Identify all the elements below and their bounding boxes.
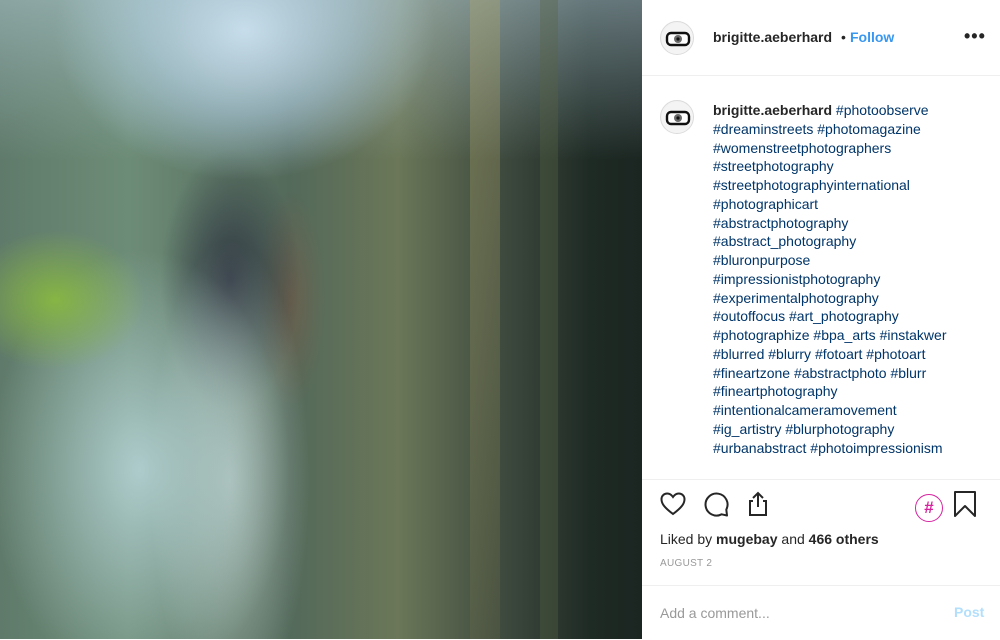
liked-by-user[interactable]: mugebay — [716, 531, 777, 547]
post-side-panel: brigitte.aeberhard • Follow ••• brigitte… — [642, 0, 1000, 639]
hashtag-link[interactable]: #ig_artistry #blurphotography — [713, 420, 983, 439]
share-icon[interactable] — [744, 490, 772, 518]
more-options-icon[interactable]: ••• — [964, 26, 986, 47]
likes-conjunction: and — [781, 531, 805, 547]
hashtag-link[interactable]: #fineartphotography — [713, 382, 983, 401]
hashtag-link[interactable]: #urbanabstract #photoimpressionism — [713, 439, 983, 458]
likes-summary: Liked by mugebay and 466 others — [660, 531, 879, 547]
hashtag-link[interactable]: #blurred #blurry #fotoart #photoart — [713, 345, 983, 364]
action-bar: # — [642, 480, 1000, 530]
caption-line: brigitte.aeberhard #photoobserve — [713, 101, 983, 120]
bookmark-icon[interactable] — [951, 490, 979, 518]
post-header: brigitte.aeberhard • Follow ••• — [642, 0, 1000, 76]
hashtag-link[interactable]: #abstract_photography — [713, 232, 983, 251]
comment-input[interactable] — [660, 602, 920, 624]
hashtag-icon[interactable]: # — [915, 494, 943, 522]
likes-prefix: Liked by — [660, 531, 713, 547]
avatar[interactable] — [660, 21, 694, 55]
glasses-avatar-icon — [662, 23, 693, 54]
caption-username[interactable]: brigitte.aeberhard — [713, 102, 832, 118]
hashtag-link[interactable]: #photoobserve — [836, 102, 929, 118]
hashtag-link[interactable]: #impressionistphotography — [713, 270, 983, 289]
follow-button[interactable]: Follow — [850, 29, 894, 45]
caption-text: brigitte.aeberhard #photoobserve #dreami… — [713, 101, 983, 457]
hashtag-link[interactable]: #outoffocus #art_photography — [713, 307, 983, 326]
hashtag-link[interactable]: #photographicart — [713, 195, 983, 214]
likes-others-link[interactable]: 466 others — [809, 531, 879, 547]
post-photo[interactable] — [0, 0, 642, 639]
post-button[interactable]: Post — [954, 604, 984, 620]
hashtag-link[interactable]: #streetphotography — [713, 157, 983, 176]
photo-streak — [470, 0, 500, 639]
hashtag-link[interactable]: #fineartzone #abstractphoto #blurr — [713, 364, 983, 383]
glasses-avatar-icon — [662, 102, 693, 133]
hashtag-link[interactable]: #streetphotographyinternational — [713, 176, 983, 195]
heart-icon[interactable] — [659, 490, 687, 518]
comment-bar: Post — [642, 585, 1000, 640]
hashtag-link[interactable]: #bluronpurpose — [713, 251, 983, 270]
hashtag-link[interactable]: #experimentalphotography — [713, 289, 983, 308]
hashtag-link[interactable]: #dreaminstreets #photomagazine — [713, 120, 983, 139]
post-date[interactable]: AUGUST 2 — [660, 558, 712, 569]
hashtag-link[interactable]: #abstractphotography — [713, 214, 983, 233]
caption-section: brigitte.aeberhard #photoobserve #dreami… — [642, 76, 1000, 480]
comment-icon[interactable] — [702, 490, 730, 518]
hashtag-link[interactable]: #womenstreetphotographers — [713, 139, 983, 158]
hashtag-link[interactable]: #photographize #bpa_arts #instakwer — [713, 326, 983, 345]
photo-streak — [540, 0, 558, 639]
post-username[interactable]: brigitte.aeberhard — [713, 29, 832, 45]
avatar[interactable] — [660, 100, 694, 134]
hashtag-link[interactable]: #intentionalcameramovement — [713, 401, 983, 420]
separator-dot: • — [841, 29, 846, 45]
